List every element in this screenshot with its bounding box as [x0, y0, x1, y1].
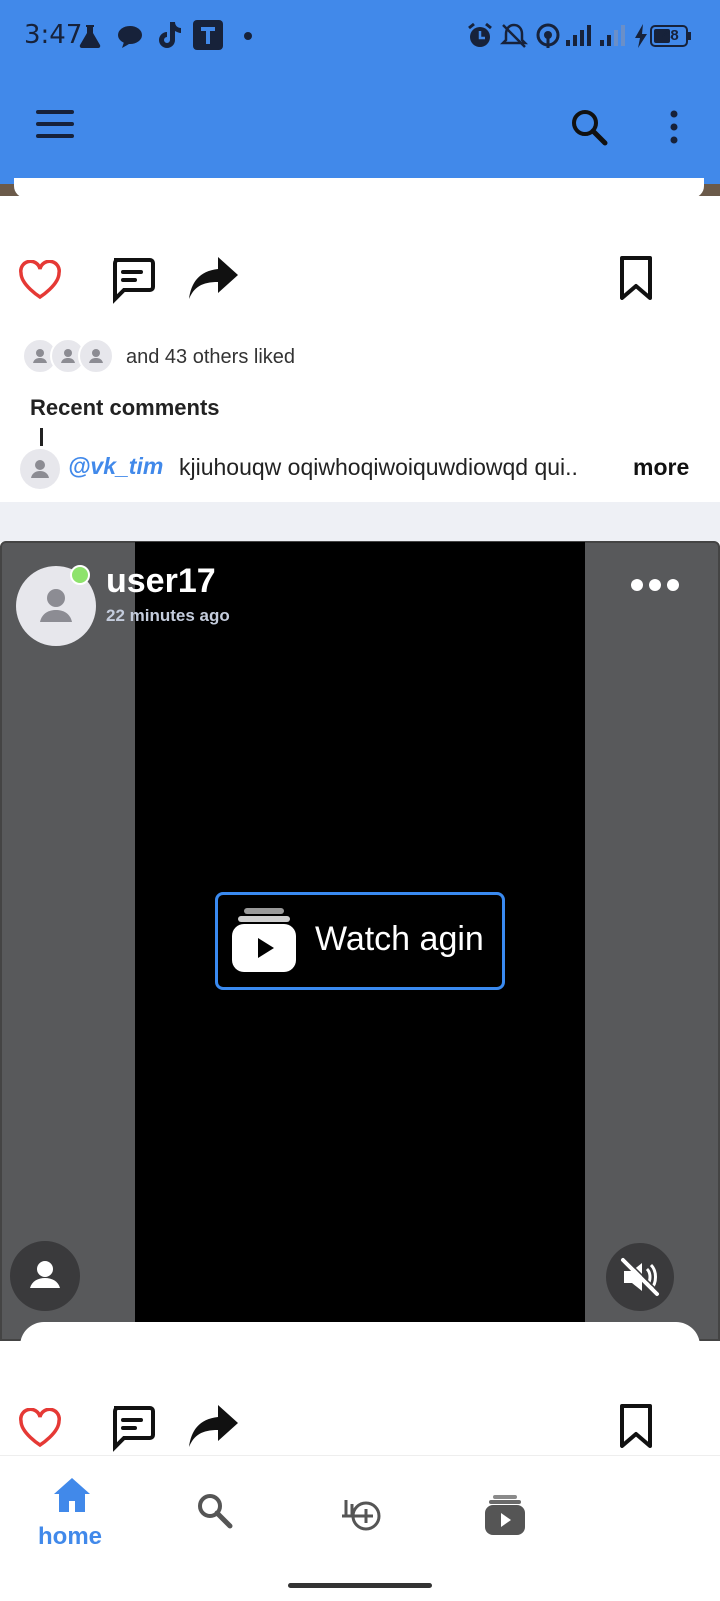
post-options-icon[interactable]	[630, 578, 680, 592]
share-icon[interactable]	[188, 255, 240, 301]
home-icon[interactable]	[52, 1476, 92, 1514]
comment-text: kjiuhouqw oqiwhoqiwoiquwdiowqd qui..	[179, 454, 578, 480]
hotspot-icon	[534, 22, 562, 50]
nav-search-icon[interactable]	[196, 1492, 234, 1530]
post-timestamp: 22 minutes ago	[106, 606, 230, 625]
comment-icon[interactable]	[108, 1404, 156, 1452]
charging-icon	[634, 24, 648, 48]
tiktok-icon	[156, 20, 182, 50]
card-edge-inner	[14, 178, 704, 198]
comment-thread-line	[40, 428, 43, 446]
likes-count-text[interactable]: and 43 others liked	[126, 346, 295, 369]
mute-button[interactable]	[606, 1243, 674, 1311]
search-icon[interactable]	[570, 108, 610, 148]
like-heart-icon[interactable]	[18, 1408, 62, 1448]
next-post-card	[20, 1322, 700, 1362]
notifications-off-icon	[500, 22, 528, 50]
nav-create-post-icon[interactable]	[338, 1492, 384, 1534]
status-time: 3:47	[24, 20, 83, 50]
comment-more-link[interactable]: more	[633, 454, 689, 481]
t-app-icon	[193, 20, 223, 50]
gesture-navigation-bar[interactable]	[288, 1583, 432, 1588]
battery-level: 48	[662, 27, 679, 44]
chat-bubble-icon	[116, 24, 144, 50]
profile-button[interactable]	[10, 1241, 80, 1311]
hamburger-menu-icon[interactable]	[36, 110, 76, 140]
share-icon[interactable]	[188, 1403, 240, 1449]
comment-icon[interactable]	[108, 256, 156, 304]
signal-strength-1-icon	[566, 22, 596, 48]
notification-dot-icon	[244, 32, 252, 40]
lab-flask-icon	[76, 22, 104, 50]
post-separator	[0, 502, 720, 542]
like-heart-icon[interactable]	[18, 260, 62, 300]
comment-username[interactable]: @vk_tim	[68, 453, 163, 480]
recent-comments-title: Recent comments	[30, 395, 220, 420]
nav-videos-icon[interactable]	[484, 1494, 526, 1536]
bookmark-icon[interactable]	[620, 256, 652, 300]
post-username[interactable]: user17	[106, 562, 216, 601]
nav-home-label[interactable]: home	[38, 1523, 102, 1551]
signal-strength-2-icon	[600, 22, 630, 48]
liker-avatar[interactable]	[78, 338, 114, 374]
video-library-icon	[230, 906, 298, 976]
commenter-avatar[interactable]	[20, 449, 60, 489]
watch-again-label: Watch agin	[315, 920, 484, 958]
bookmark-icon[interactable]	[620, 1404, 652, 1448]
online-status-indicator	[70, 565, 90, 585]
alarm-icon	[466, 22, 494, 50]
more-vertical-icon[interactable]	[668, 110, 680, 144]
